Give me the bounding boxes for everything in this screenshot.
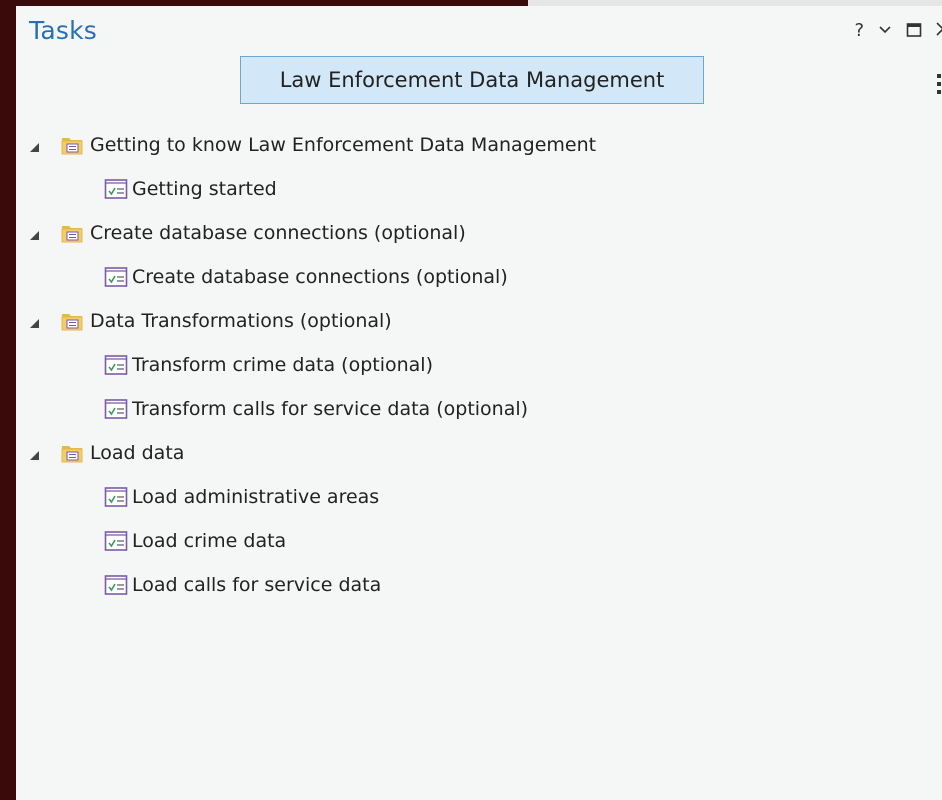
expanded-triangle-icon[interactable] <box>30 142 39 152</box>
maximize-icon <box>906 23 922 37</box>
task-group-label: Data Transformations (optional) <box>90 310 392 332</box>
task-checklist-icon <box>104 530 128 552</box>
task-item[interactable]: Load administrative areas <box>104 482 379 512</box>
task-item-label: Load calls for service data <box>132 574 382 596</box>
task-group-label: Getting to know Law Enforcement Data Man… <box>90 134 597 156</box>
help-button[interactable]: ? <box>854 20 864 41</box>
task-item-label: Create database connections (optional) <box>132 266 508 288</box>
task-checklist-icon <box>104 486 128 508</box>
task-group-row[interactable]: Create database connections (optional) <box>30 218 466 248</box>
task-group-folder-icon <box>61 310 83 332</box>
task-checklist-icon <box>104 574 128 596</box>
task-checklist-icon <box>104 266 128 288</box>
task-item-label: Transform crime data (optional) <box>132 354 433 376</box>
task-checklist-icon <box>104 398 128 420</box>
overflow-menu-icon[interactable] <box>936 74 942 96</box>
task-item-label: Load crime data <box>132 530 287 552</box>
tasks-pane: Tasks ? Law Enforcement Data Management … <box>16 6 942 800</box>
expanded-triangle-icon[interactable] <box>30 450 39 460</box>
task-group-label: Create database connections (optional) <box>90 222 466 244</box>
task-item[interactable]: Transform crime data (optional) <box>104 350 433 380</box>
task-group-folder-icon <box>61 222 83 244</box>
task-checklist-icon <box>104 354 128 376</box>
task-group-row[interactable]: Data Transformations (optional) <box>30 306 392 336</box>
pane-options-button[interactable] <box>878 25 892 35</box>
task-item-label: Transform calls for service data (option… <box>132 398 529 420</box>
pane-controls: ? <box>854 18 942 42</box>
maximize-button[interactable] <box>906 22 922 38</box>
expanded-triangle-icon[interactable] <box>30 318 39 328</box>
task-item[interactable]: Load crime data <box>104 526 286 556</box>
close-button[interactable] <box>936 20 942 41</box>
task-item[interactable]: Getting started <box>104 174 277 204</box>
task-item[interactable]: Load calls for service data <box>104 570 381 600</box>
task-item[interactable]: Transform calls for service data (option… <box>104 394 528 424</box>
close-icon <box>936 21 942 36</box>
task-item-label: Load administrative areas <box>132 486 380 508</box>
pane-title: Tasks <box>29 16 97 45</box>
task-item[interactable]: Create database connections (optional) <box>104 262 508 292</box>
task-group-row[interactable]: Getting to know Law Enforcement Data Man… <box>30 130 596 160</box>
expanded-triangle-icon[interactable] <box>30 230 39 240</box>
task-group-row[interactable]: Load data <box>30 438 184 468</box>
task-checklist-icon <box>104 178 128 200</box>
task-project-button[interactable]: Law Enforcement Data Management <box>240 56 704 104</box>
task-item-label: Getting started <box>132 178 277 200</box>
task-group-label: Load data <box>90 442 185 464</box>
task-group-folder-icon <box>61 134 83 156</box>
chevron-down-icon <box>879 26 891 34</box>
task-group-folder-icon <box>61 442 83 464</box>
